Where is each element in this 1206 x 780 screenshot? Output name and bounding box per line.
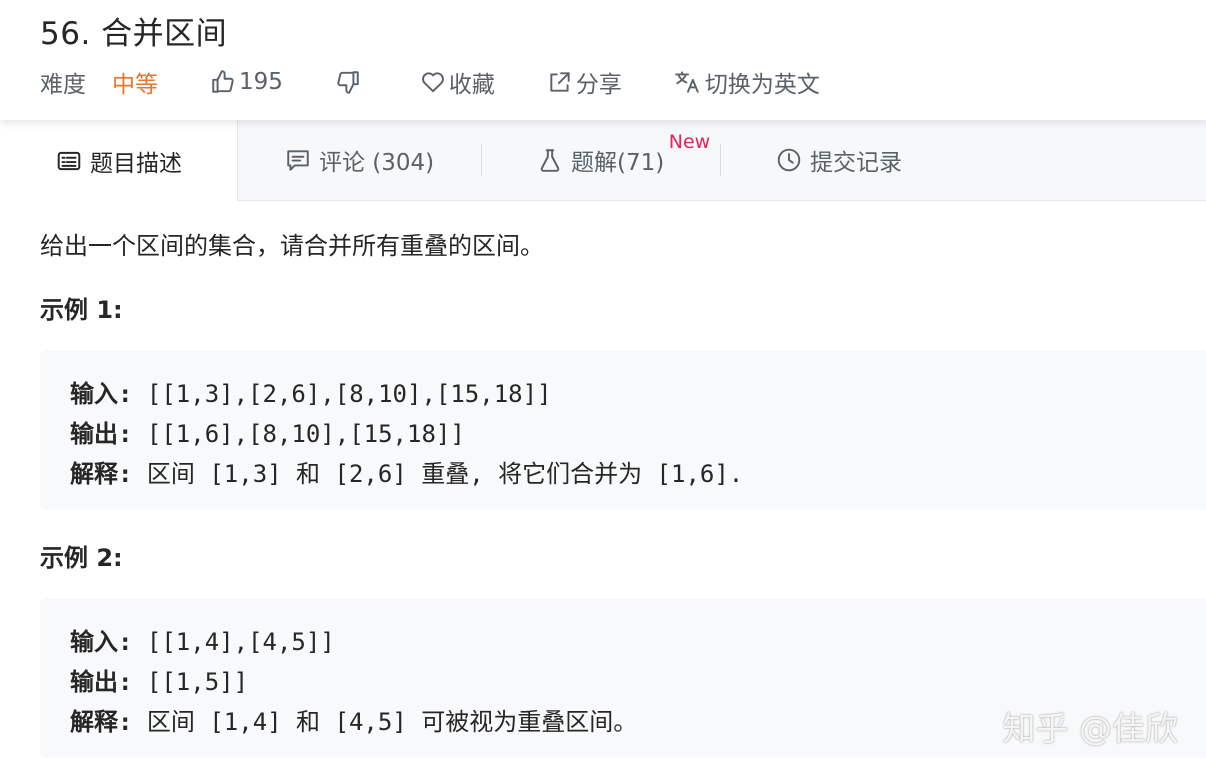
example-explanation-line: 解释: 区间 [1,4] 和 [4,5] 可被视为重叠区间。 [70,702,637,737]
dislike-button[interactable] [335,69,364,95]
thumbs-down-icon [337,71,359,94]
example-code-block: 输入: [[1,3],[2,6],[8,10],[15,18]] 输出: [[1… [40,350,1206,510]
translate-icon [675,71,699,93]
share-label: 分享 [575,72,622,98]
problem-title: 56. 合并区间 [40,16,228,52]
comment-icon [287,150,309,171]
problem-description: 给出一个区间的集合，请合并所有重叠的区间。 [40,232,544,260]
watermark: 知乎 @佳欣 [1002,709,1179,748]
example-input-line: 输入: [[1,4],[4,5]] [70,622,335,657]
explanation-value: 区间 [1,4] 和 [4,5] 可被视为重叠区间。 [146,708,638,736]
output-value: [[1,6],[8,10],[15,18]] [146,420,465,448]
example-input-line: 输入: [[1,3],[2,6],[8,10],[15,18]] [70,374,551,409]
tab-divider [720,144,721,176]
new-badge: New [668,131,711,153]
translate-label: 切换为英文 [704,72,820,98]
input-value: [[1,3],[2,6],[8,10],[15,18]] [146,380,552,408]
translate-button[interactable]: 切换为英文 [674,65,820,99]
input-label: 输入: [70,380,133,408]
problem-page: 56. 合并区间 难度 中等 195 收藏 分享 切换为英文 题目描述 评论 (… [0,0,1206,780]
difficulty-label: 难度 [40,72,86,98]
explanation-value: 区间 [1,3] 和 [2,6] 重叠, 将它们合并为 [1,6]. [146,460,744,488]
output-value: [[1,5]] [146,668,249,696]
tab-label: 评论 (304) [319,150,435,176]
example-output-line: 输出: [[1,5]] [70,662,248,697]
problem-meta-bar: 难度 中等 195 收藏 分享 切换为英文 [40,62,872,102]
explanation-label: 解释: [70,708,133,736]
tab-divider [481,144,482,176]
flask-icon [540,149,560,172]
description-icon [57,151,81,170]
tab-label: 题目描述 [90,150,182,177]
example-explanation-line: 解释: 区间 [1,3] 和 [2,6] 重叠, 将它们合并为 [1,6]. [70,454,743,489]
clock-icon [777,148,801,172]
favorite-label: 收藏 [448,72,495,98]
explanation-label: 解释: [70,460,133,488]
heart-icon [421,72,444,93]
favorite-button[interactable]: 收藏 [420,65,495,99]
input-label: 输入: [70,628,133,656]
example-title: 示例 1: [40,296,123,324]
tab-description[interactable]: 题目描述 [0,120,238,201]
tab-solutions[interactable]: 题解(71) New [537,120,710,200]
tab-submissions[interactable]: 提交记录 [776,120,902,200]
like-button[interactable]: 195 [210,69,283,95]
share-icon [550,72,570,92]
share-button[interactable]: 分享 [547,65,622,99]
difficulty-badge: 中等 [112,72,158,98]
example-title: 示例 2: [40,544,123,572]
like-count: 195 [239,69,283,95]
problem-header: 56. 合并区间 难度 中等 195 收藏 分享 切换为英文 [0,0,1206,120]
tab-label: 题解(71) [571,150,665,176]
thumbs-up-icon [212,70,234,93]
input-value: [[1,4],[4,5]] [146,628,335,656]
problem-tab-bar: 题目描述 评论 (304) 题解(71) New 提交记录 [0,120,1206,201]
tab-label: 提交记录 [810,150,902,176]
tab-comments[interactable]: 评论 (304) [285,120,434,200]
example-output-line: 输出: [[1,6],[8,10],[15,18]] [70,414,465,449]
output-label: 输出: [70,420,133,448]
output-label: 输出: [70,668,133,696]
tab-label-wrap: 题解(71) New [571,131,710,177]
